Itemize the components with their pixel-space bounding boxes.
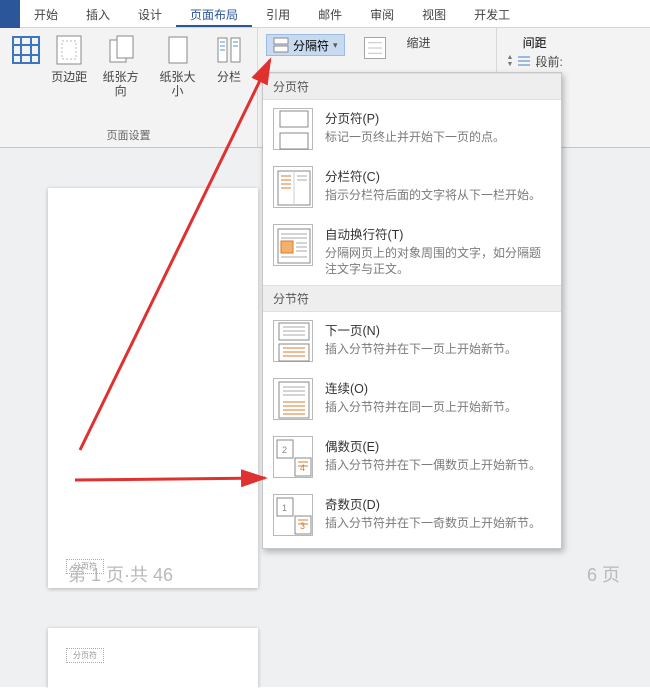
menu-desc: 插入分节符并在下一页上开始新节。 — [325, 341, 517, 357]
menu-title: 分栏符(C) — [325, 166, 541, 185]
margins-icon — [53, 34, 85, 66]
next-page-icon — [273, 320, 313, 362]
page-footer-right: 6 页 — [587, 561, 620, 587]
menu-desc: 插入分节符并在下一偶数页上开始新节。 — [325, 457, 541, 473]
tab-mail[interactable]: 邮件 — [304, 0, 356, 27]
breaks-button[interactable]: 分隔符 ▾ — [266, 34, 345, 56]
page-break-icon — [273, 108, 313, 150]
spacing-before-row: ▲▼ 段前: — [507, 51, 563, 71]
size-label: 纸张大小 — [154, 70, 201, 98]
size-icon — [162, 34, 194, 66]
even-page-icon: 24 — [273, 436, 313, 478]
tab-design[interactable]: 设计 — [124, 0, 176, 27]
odd-page-icon: 13 — [273, 494, 313, 536]
menu-section-page-breaks: 分页符 — [263, 73, 561, 100]
tab-insert[interactable]: 插入 — [72, 0, 124, 27]
menu-title: 分页符(P) — [325, 108, 505, 127]
menu-item-next-page[interactable]: 下一页(N) 插入分节符并在下一页上开始新节。 — [263, 312, 561, 370]
page-footer-left: 第 1 页·共 46 — [68, 561, 173, 587]
menu-desc: 插入分节符并在下一奇数页上开始新节。 — [325, 515, 541, 531]
tab-view[interactable]: 视图 — [408, 0, 460, 27]
columns-icon — [213, 34, 245, 66]
breaks-icon — [273, 37, 289, 53]
menu-item-odd-page[interactable]: 13 奇数页(D) 插入分节符并在下一奇数页上开始新节。 — [263, 486, 561, 544]
orientation-icon — [105, 34, 137, 66]
svg-text:2: 2 — [282, 445, 287, 455]
tab-page-layout[interactable]: 页面布局 — [176, 0, 252, 27]
menu-title: 偶数页(E) — [325, 436, 541, 455]
breaks-label: 分隔符 — [293, 37, 329, 54]
theme-button[interactable] — [6, 32, 45, 100]
lines-icon — [517, 54, 531, 68]
menu-title: 下一页(N) — [325, 320, 517, 339]
menu-item-text-wrap[interactable]: 自动换行符(T) 分隔网页上的对象周围的文字，如分隔题注文字与正文。 — [263, 216, 561, 285]
size-button[interactable]: 纸张大小 — [150, 32, 205, 100]
menu-item-continuous[interactable]: 连续(O) 插入分节符并在同一页上开始新节。 — [263, 370, 561, 428]
menu-desc: 插入分节符并在同一页上开始新节。 — [325, 399, 517, 415]
menu-item-page-break[interactable]: 分页符(P) 标记一页终止并开始下一页的点。 — [263, 100, 561, 158]
app-icon — [0, 0, 20, 28]
svg-text:3: 3 — [300, 521, 305, 531]
menu-title: 自动换行符(T) — [325, 224, 551, 243]
tab-review[interactable]: 审阅 — [356, 0, 408, 27]
column-break-icon — [273, 166, 313, 208]
menu-desc: 标记一页终止并开始下一页的点。 — [325, 129, 505, 145]
indent-label: 缩进 — [407, 34, 486, 51]
svg-text:4: 4 — [300, 463, 305, 473]
text-wrap-icon — [273, 224, 313, 266]
columns-label: 分栏 — [217, 70, 241, 84]
continuous-icon — [273, 378, 313, 420]
menu-item-even-page[interactable]: 24 偶数页(E) 插入分节符并在下一偶数页上开始新节。 — [263, 428, 561, 486]
menu-section-section-breaks: 分节符 — [263, 285, 561, 312]
page-thumb-1[interactable]: 分页符 — [48, 188, 258, 588]
tab-references[interactable]: 引用 — [252, 0, 304, 27]
columns-button[interactable]: 分栏 — [207, 32, 251, 100]
margins-label: 页边距 — [51, 70, 87, 84]
breaks-dropdown: 分页符 分页符(P) 标记一页终止并开始下一页的点。 分栏符(C) 指示分栏符后… — [262, 72, 562, 549]
tab-dev[interactable]: 开发工 — [460, 0, 524, 27]
menu-title: 奇数页(D) — [325, 494, 541, 513]
orientation-button[interactable]: 纸张方向 — [93, 32, 148, 100]
menu-desc: 分隔网页上的对象周围的文字，如分隔题注文字与正文。 — [325, 245, 551, 277]
tab-start[interactable]: 开始 — [20, 0, 72, 27]
theme-icon — [10, 34, 42, 66]
page-thumb-3[interactable]: 分页符 — [48, 628, 258, 688]
ribbon-tabs: 开始 插入 设计 页面布局 引用 邮件 审阅 视图 开发工 — [0, 0, 650, 28]
group-page-setup: 页边距 纸张方向 纸张大小 分栏 页面设置 — [0, 28, 258, 147]
orientation-label: 纸张方向 — [97, 70, 144, 98]
margins-button[interactable]: 页边距 — [47, 32, 91, 100]
svg-text:1: 1 — [282, 503, 287, 513]
section-marker: 分页符 — [66, 648, 104, 663]
menu-item-column-break[interactable]: 分栏符(C) 指示分栏符后面的文字将从下一栏开始。 — [263, 158, 561, 216]
spinner-icon[interactable]: ▲▼ — [507, 54, 514, 68]
menu-desc: 指示分栏符后面的文字将从下一栏开始。 — [325, 187, 541, 203]
placeholder-icon — [361, 34, 389, 62]
menu-title: 连续(O) — [325, 378, 517, 397]
spacing-before-label: 段前: — [535, 53, 562, 70]
group-label-page-setup: 页面设置 — [107, 125, 151, 145]
spacing-label: 间距 — [507, 34, 563, 51]
chevron-down-icon: ▾ — [333, 40, 338, 51]
